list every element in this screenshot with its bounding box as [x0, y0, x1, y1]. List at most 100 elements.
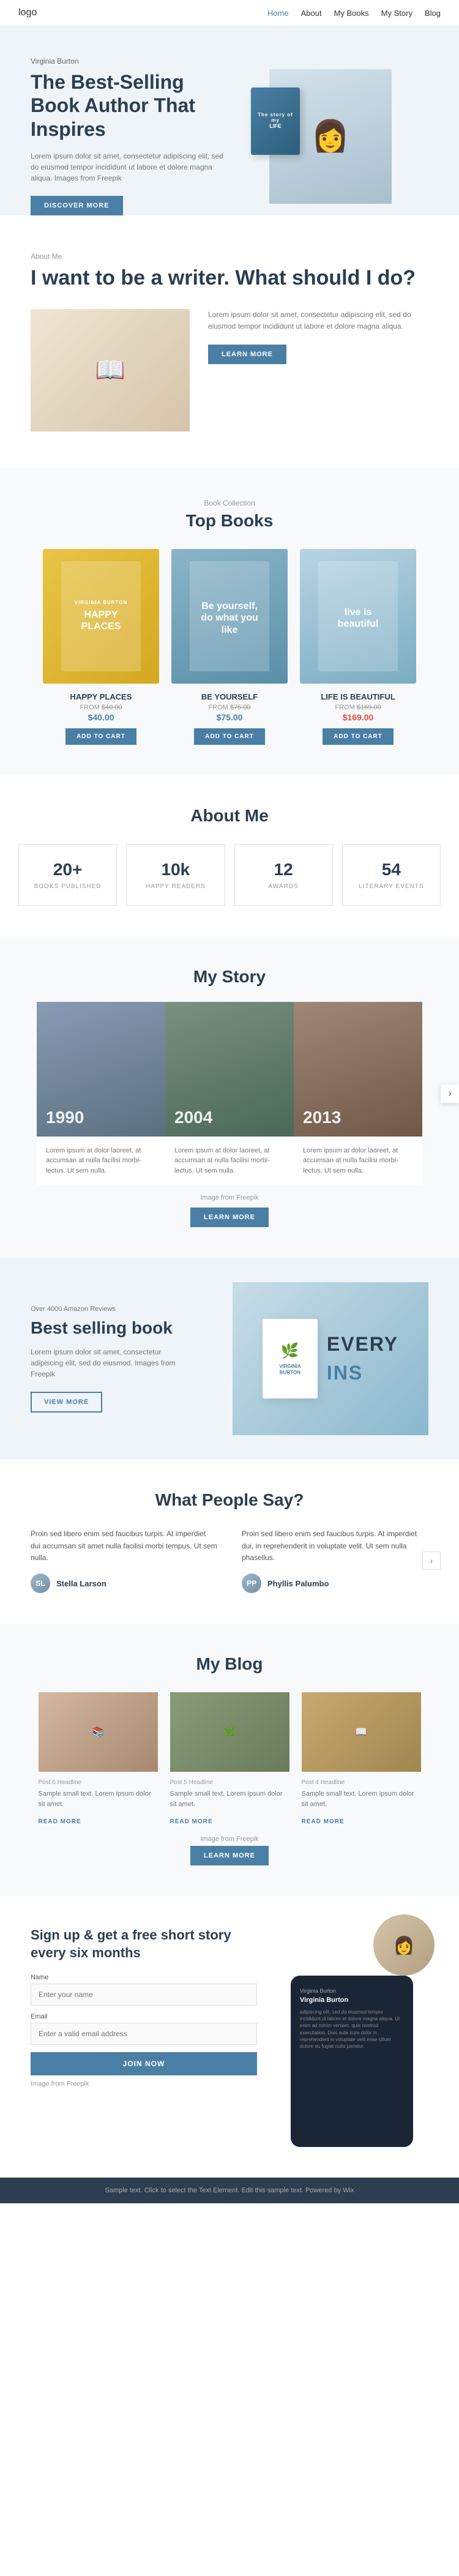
signup-caption: Image from Freepik	[31, 2080, 257, 2088]
stack-book-1: 🌿 VIRGINIA BURTON	[263, 1319, 318, 1398]
nav-my-books[interactable]: My Books	[334, 9, 369, 18]
about-title: I want to be a writer. What should I do?	[31, 266, 428, 291]
blog-learn-more-button[interactable]: LEARN MORE	[190, 1846, 269, 1865]
email-input[interactable]	[31, 2023, 257, 2045]
join-now-button[interactable]: JOIN NOW	[31, 2052, 257, 2075]
bestsell-content: Over 4000 Amazon Reviews Best selling bo…	[31, 1305, 190, 1413]
hero-text: Lorem ipsum dolor sit amet, consectetur …	[31, 151, 226, 184]
about-learn-more-button[interactable]: LEARN MORE	[208, 345, 286, 364]
signup-person-image: 👩	[373, 1914, 435, 1976]
footer-text: Sample text. Click to select the Text El…	[105, 2187, 304, 2194]
stat-number-2: 10k	[139, 860, 212, 879]
nav-my-story[interactable]: My Story	[381, 9, 412, 18]
book-price-2: $75.00	[171, 712, 288, 722]
story-content-3: Lorem ipsum at dolor laoreet, at accumsa…	[294, 1137, 422, 1185]
book-card-1: VIRGINIA BURTON HAPPY PLACES HAPPY PLACE…	[43, 549, 159, 745]
story-learn-more-button[interactable]: LEARN MORE	[190, 1208, 269, 1227]
hero-visual: The story of my LIFE 👩	[245, 69, 428, 204]
book-add-to-cart-1[interactable]: ADD TO CART	[65, 728, 136, 745]
testimonial-author-1: SL Stella Larson	[31, 1574, 217, 1593]
about-label: About Me	[31, 252, 428, 261]
blog-image-3: 📖	[302, 1692, 421, 1772]
nav-about[interactable]: About	[301, 9, 322, 18]
signup-form: Name Email JOIN NOW	[31, 1974, 257, 2075]
stat-number-1: 20+	[31, 860, 104, 879]
stat-label-1: BOOKS PUBLISHED	[31, 883, 104, 890]
story-slide-3: 2013 Lorem ipsum at dolor laoreet, at ac…	[294, 1002, 422, 1185]
books-section: Book Collection Top Books VIRGINIA BURTO…	[0, 468, 459, 775]
about-text: Lorem ipsum dolor sit amet, consectetur …	[208, 309, 428, 332]
stack-book-leaf-icon: 🌿	[281, 1342, 299, 1360]
book-cover-title-1: HAPPY PLACES	[67, 609, 135, 632]
book-name-1: HAPPY PLACES	[43, 692, 159, 701]
hero-content: Virginia Burton The Best-Selling Book Au…	[31, 57, 226, 215]
story-image-3: 2013	[294, 1002, 422, 1137]
story-image-2: 2004	[165, 1002, 294, 1137]
hero-book-label: The story of my	[256, 112, 295, 123]
book-cover-inner-1: VIRGINIA BURTON HAPPY PLACES	[61, 561, 141, 671]
story-year-2: 2004	[174, 1108, 212, 1127]
testimonials-next-button[interactable]: ›	[422, 1551, 441, 1570]
book-cover-2: Be yourself, do what you like	[171, 549, 288, 684]
stack-book-author: VIRGINIA BURTON	[269, 1364, 312, 1376]
story-slide-2: 2004 Lorem ipsum at dolor laoreet, at ac…	[165, 1002, 294, 1185]
name-label: Name	[31, 1974, 257, 1981]
bestsell-book-stack: 🌿 VIRGINIA BURTON EVERY INS	[233, 1282, 428, 1435]
blog-read-more-3[interactable]: READ MORE	[302, 1818, 345, 1825]
testimonial-card-2: Proin sed libero enim sed faucibus turpi…	[242, 1528, 428, 1593]
stats-section: About Me 20+ BOOKS PUBLISHED 10k HAPPY R…	[0, 775, 459, 936]
book-price-1: $40.00	[43, 712, 159, 722]
book-cover-title-2: Be yourself, do what you like	[196, 600, 263, 636]
stat-card-3: 12 AWARDS	[234, 844, 333, 906]
book-cover-1: VIRGINIA BURTON HAPPY PLACES	[43, 549, 159, 684]
blog-post-text-2: Sample small text. Lorem ipsum dolor sit…	[170, 1789, 289, 1809]
email-field-group: Email	[31, 2013, 257, 2045]
nav-blog[interactable]: Blog	[425, 9, 441, 18]
story-slides: 1990 Lorem ipsum at dolor laoreet, at ac…	[18, 1002, 441, 1185]
blog-image-2: 🌿	[170, 1692, 289, 1772]
blog-grid: 📚 Post 6 Headline Sample small text. Lor…	[18, 1692, 441, 1826]
name-field-group: Name	[31, 1974, 257, 2006]
nav-logo: logo	[18, 7, 37, 18]
testimonial-author-2: PP Phyllis Palumbo	[242, 1574, 428, 1593]
hero-discover-button[interactable]: DISCOVER MORE	[31, 196, 123, 215]
story-year-3: 2013	[303, 1108, 341, 1127]
book-card-3: live is beautiful LIFE IS BEAUTIFUL FROM…	[300, 549, 416, 745]
books-section-label: Book Collection	[18, 499, 441, 507]
bestsell-view-more-button[interactable]: VIEW MORE	[31, 1392, 102, 1413]
signup-content: Sign up & get a free short story every s…	[31, 1927, 257, 2088]
books-grid: VIRGINIA BURTON HAPPY PLACES HAPPY PLACE…	[18, 549, 441, 745]
testimonial-card-1: Proin sed libero enim sed faucibus turpi…	[31, 1528, 217, 1593]
about-image: 📖	[31, 309, 190, 431]
stat-number-4: 54	[355, 860, 428, 879]
book-cover-3: live is beautiful	[300, 549, 416, 684]
blog-section: My Blog 📚 Post 6 Headline Sample small t…	[0, 1624, 459, 1896]
stat-label-2: HAPPY READERS	[139, 883, 212, 890]
bestsell-text: Lorem ipsum dolor sit amet, consectetur …	[31, 1346, 190, 1379]
blog-post-text-3: Sample small text. Lorem ipsum dolor sit…	[302, 1789, 421, 1809]
book-add-to-cart-2[interactable]: ADD TO CART	[194, 728, 265, 745]
blog-image-1: 📚	[39, 1692, 158, 1772]
book-cover-inner-3: live is beautiful	[318, 561, 398, 671]
story-next-button[interactable]: ›	[441, 1085, 459, 1103]
device-name: Virginia Burton	[300, 1996, 404, 2004]
stack-book-line1: EVERY	[327, 1333, 398, 1356]
story-title: My Story	[0, 967, 459, 987]
stat-card-1: 20+ BOOKS PUBLISHED	[18, 844, 117, 906]
blog-read-more-2[interactable]: READ MORE	[170, 1818, 213, 1825]
author-avatar-2: PP	[242, 1574, 261, 1593]
footer-link[interactable]: Powered by Wix	[305, 2187, 354, 2194]
book-add-to-cart-3[interactable]: ADD TO CART	[323, 728, 394, 745]
blog-post-label-2: Post 5 Headline	[170, 1779, 289, 1786]
name-input[interactable]	[31, 1984, 257, 2006]
device-text: adipiscing elit, sed do eiusmod tempor i…	[300, 2009, 404, 2050]
stat-card-4: 54 LITERARY EVENTS	[342, 844, 441, 906]
nav-home[interactable]: Home	[267, 9, 289, 18]
books-section-title: Top Books	[18, 511, 441, 531]
testimonials-content: Proin sed libero enim sed faucibus turpi…	[31, 1528, 428, 1593]
blog-card-2: 🌿 Post 5 Headline Sample small text. Lor…	[170, 1692, 289, 1826]
blog-read-more-1[interactable]: READ MORE	[39, 1818, 81, 1825]
book-price-from-2: FROM $75.00	[171, 704, 288, 711]
testimonials-title: What People Say?	[31, 1490, 428, 1510]
bestsell-visual: 🌿 VIRGINIA BURTON EVERY INS	[233, 1282, 428, 1435]
